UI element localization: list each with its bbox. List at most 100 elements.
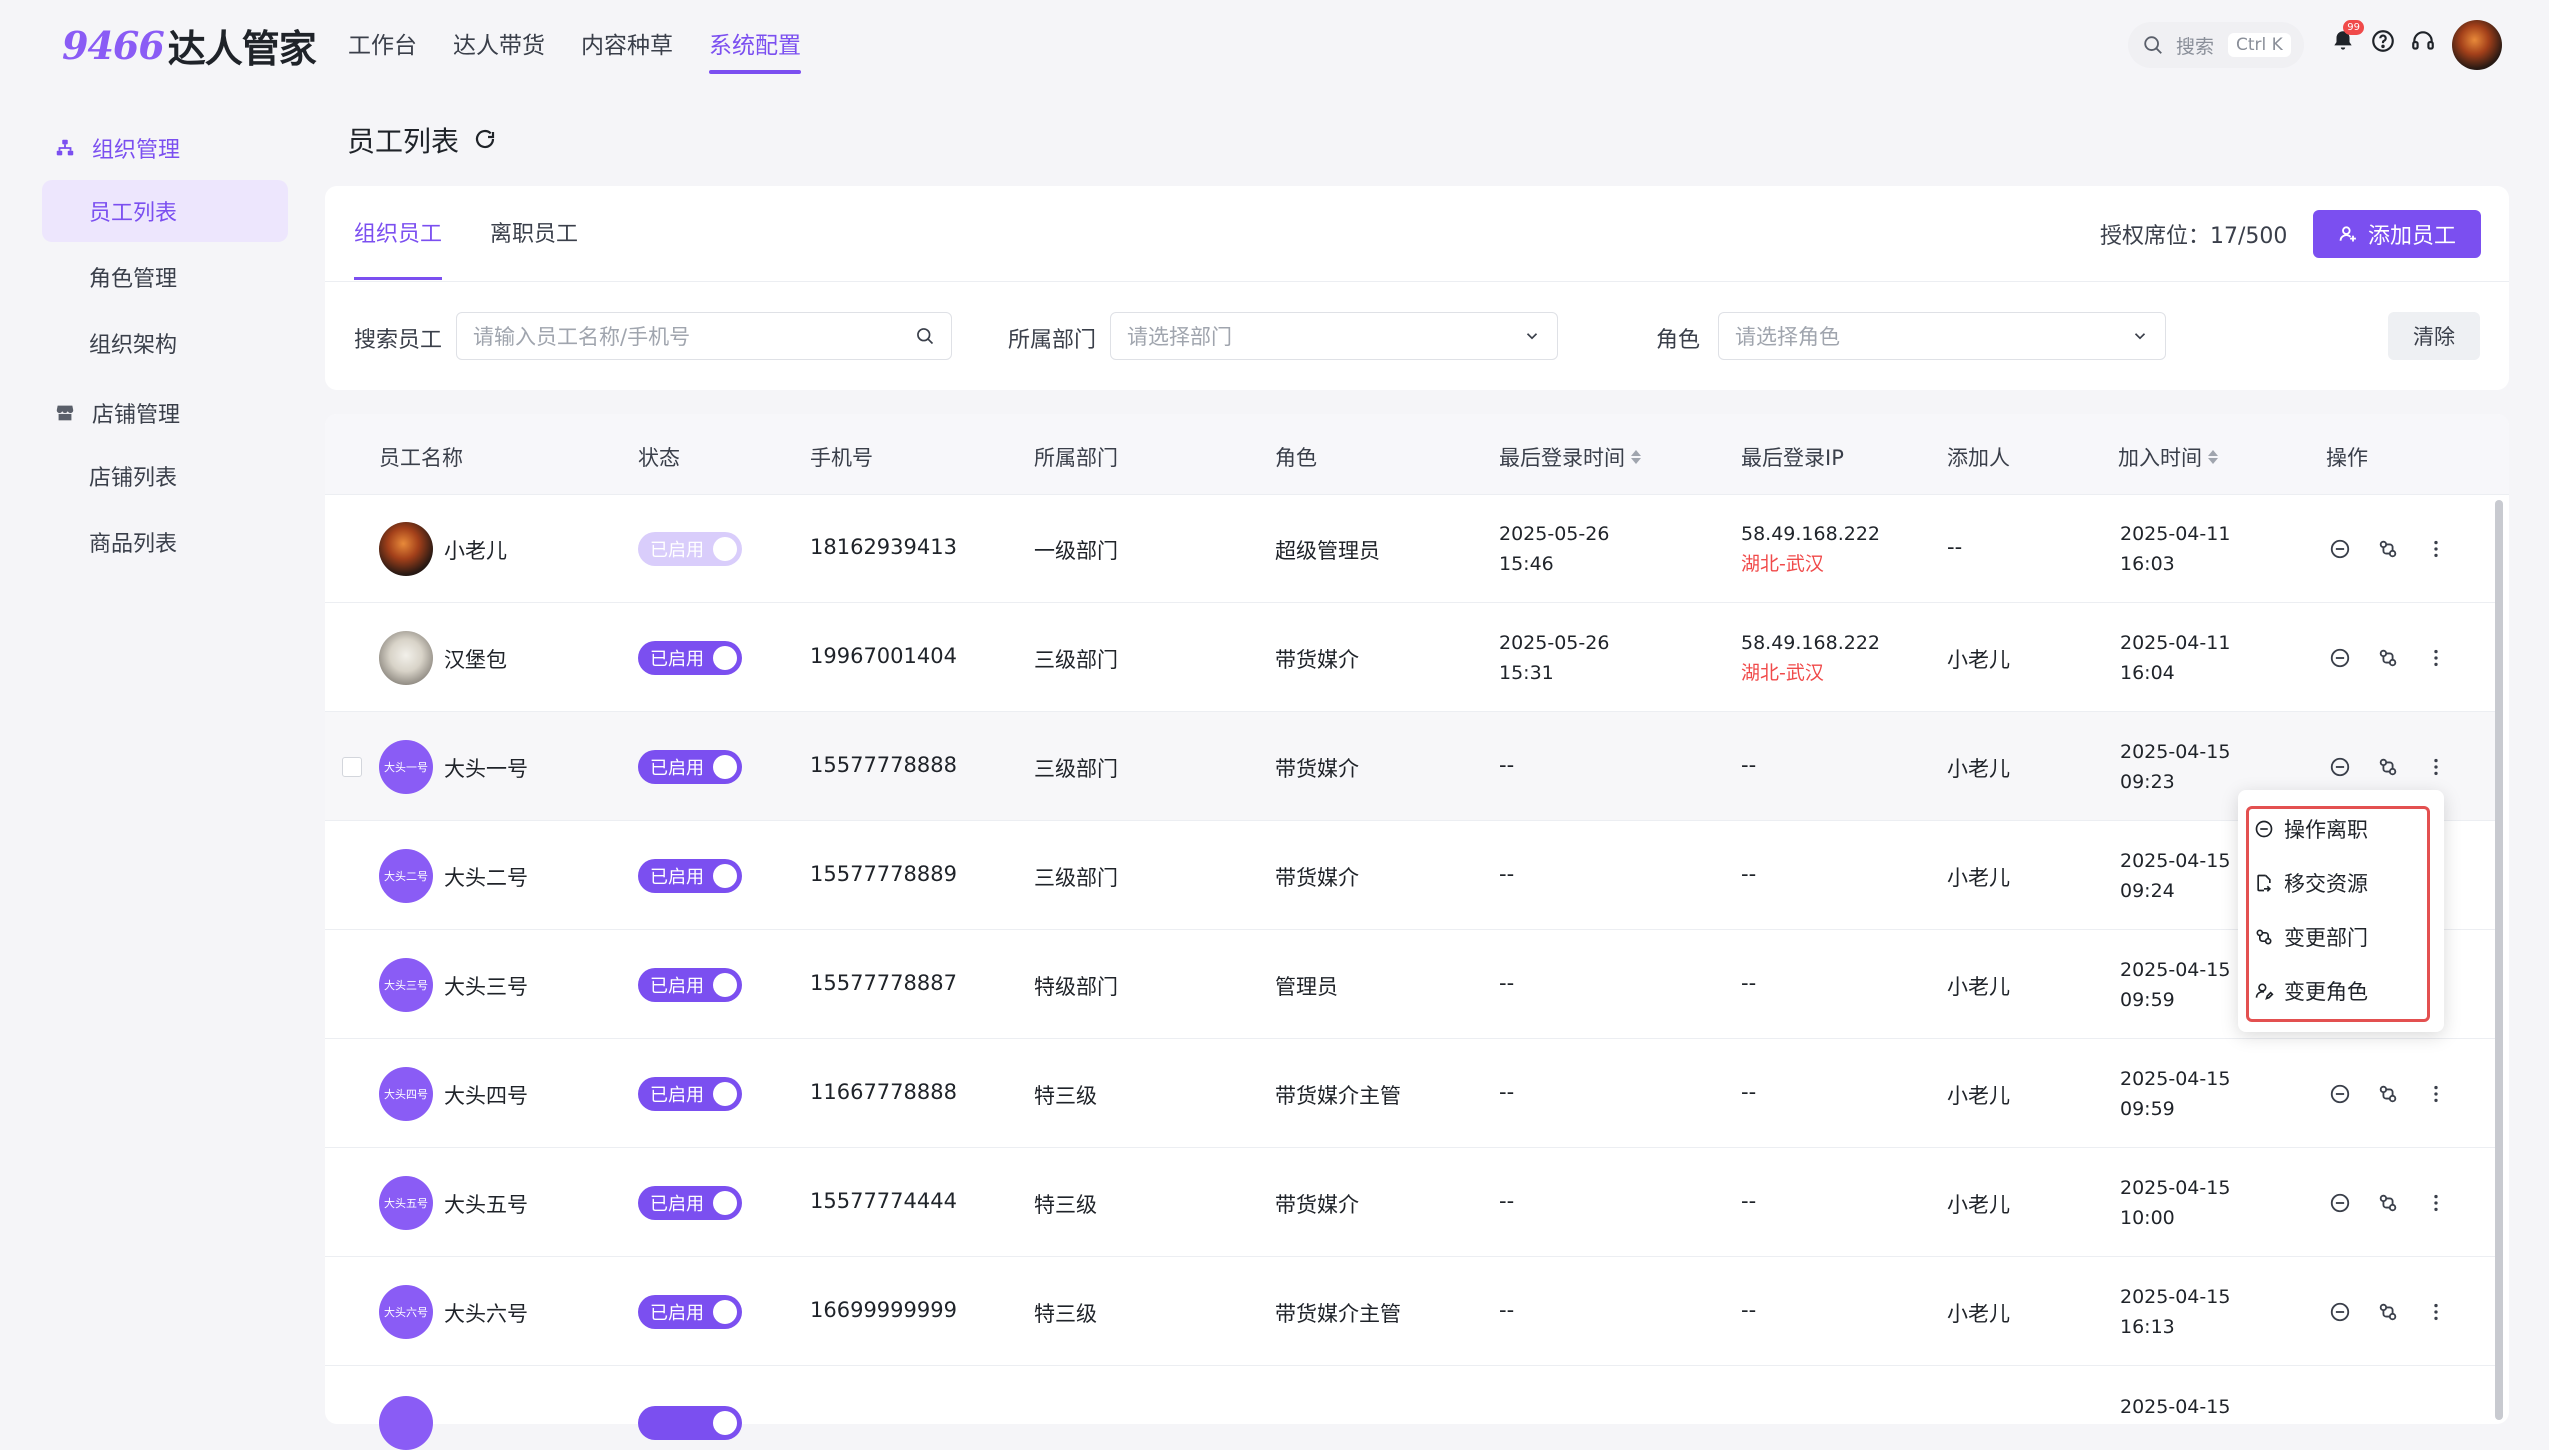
change-dept-icon[interactable] — [2377, 756, 2401, 780]
join-date: 2025-04-15 — [2120, 1396, 2231, 1418]
status-toggle[interactable]: 已启用 — [638, 531, 742, 566]
sidebar-group-store[interactable]: 店铺管理 — [54, 397, 180, 429]
menu-item-change-dept[interactable]: 变更部门 — [2254, 922, 2368, 952]
role: 管理员 — [1275, 974, 1338, 999]
resign-icon[interactable] — [2329, 1192, 2353, 1216]
col-last-login-label: 最后登录时间 — [1499, 446, 1625, 470]
logo-number: 9466 — [62, 22, 165, 68]
menu-item-transfer[interactable]: 移交资源 — [2254, 868, 2368, 898]
phone-number: 19967001404 — [810, 643, 957, 668]
nav-workbench[interactable]: 工作台 — [348, 24, 417, 68]
chevron-down-icon — [2134, 333, 2146, 340]
ip-location: 湖北-武汉 — [1741, 552, 1824, 575]
join-time: 2025-04-15 16:13 — [2120, 1282, 2230, 1342]
table-scrollbar[interactable] — [2495, 500, 2503, 1420]
sidebar-item-employee-list[interactable]: 员工列表 — [42, 180, 288, 242]
tab-active-employees[interactable]: 组织员工 — [354, 216, 443, 280]
transfer-file-icon — [2257, 874, 2272, 892]
more-icon[interactable] — [2425, 756, 2449, 780]
department: 三级部门 — [1034, 756, 1118, 781]
search-shortcut: Ctrl K — [2228, 33, 2291, 57]
phone-number: 15577774444 — [810, 1188, 957, 1213]
col-phone-label: 手机号 — [810, 446, 873, 470]
headset-icon[interactable] — [2410, 28, 2436, 54]
sidebar-item-role-manage[interactable]: 角色管理 — [42, 246, 288, 308]
employee-name: 大头二号 — [444, 865, 528, 890]
more-icon[interactable] — [2425, 1083, 2449, 1107]
status-toggle[interactable]: 已启用 — [638, 1185, 742, 1220]
last-login: -- — [1499, 1188, 1515, 1213]
department-select[interactable]: 请选择部门 — [1110, 312, 1558, 360]
row-checkbox[interactable] — [342, 756, 362, 777]
add-employee-button[interactable]: 添加员工 — [2313, 210, 2481, 258]
join-date: 2025-04-15 — [2120, 1285, 2231, 1308]
sidebar-item-product-list[interactable]: 商品列表 — [42, 511, 288, 573]
user-edit-icon — [2255, 983, 2274, 1000]
status-toggle[interactable]: 已启用 — [638, 1294, 742, 1329]
change-dept-icon[interactable] — [2377, 1301, 2401, 1325]
last-ip: -- — [1741, 1188, 1757, 1213]
status-toggle[interactable]: 已启用 — [638, 858, 742, 893]
status-toggle[interactable]: 已启用 — [638, 640, 742, 675]
resign-icon[interactable] — [2329, 538, 2353, 562]
role: 带货媒介 — [1275, 865, 1359, 890]
join-time: 2025-04-15 09:24 — [2120, 846, 2230, 906]
employee-search-input[interactable]: 请输入员工名称/手机号 — [456, 312, 952, 360]
col-last-login[interactable]: 最后登录时间 — [1499, 442, 1641, 472]
change-dept-icon[interactable] — [2377, 1083, 2401, 1107]
change-dept-icon[interactable] — [2377, 647, 2401, 671]
col-last-ip: 最后登录IP — [1741, 442, 1844, 472]
search-label: 搜索 — [2176, 35, 2215, 58]
status-toggle[interactable]: 已启用 — [638, 1076, 742, 1111]
app-logo[interactable]: 9466 达人管家 — [62, 20, 317, 71]
nav-system-config[interactable]: 系统配置 — [709, 24, 801, 74]
nav-influencer-sales[interactable]: 达人带货 — [453, 24, 545, 68]
user-avatar[interactable] — [2452, 20, 2502, 70]
status-toggle[interactable]: 已启用 — [638, 967, 742, 1002]
nav-content-seeding[interactable]: 内容种草 — [581, 24, 673, 68]
more-icon[interactable] — [2425, 538, 2449, 562]
resign-icon[interactable] — [2329, 756, 2353, 780]
resign-icon[interactable] — [2329, 1301, 2353, 1325]
more-icon[interactable] — [2425, 1192, 2449, 1216]
join-time: 2025-04-15 10:00 — [2120, 1173, 2230, 1233]
status-toggle[interactable]: 已启用 — [638, 749, 742, 784]
join-clock: 09:59 — [2120, 1097, 2175, 1120]
menu-item-label: 操作离职 — [2284, 818, 2368, 842]
clear-button[interactable]: 清除 — [2388, 312, 2480, 360]
role-select[interactable]: 请选择角色 — [1718, 312, 2166, 360]
role-placeholder: 请选择角色 — [1735, 325, 1840, 349]
avatar: 大头六号 — [379, 1284, 433, 1339]
resign-icon[interactable] — [2329, 1083, 2353, 1107]
sort-icon[interactable] — [2208, 450, 2218, 464]
help-icon[interactable] — [2370, 28, 2396, 54]
refresh-icon[interactable] — [473, 128, 497, 152]
last-ip: -- — [1741, 861, 1757, 886]
role: 带货媒介 — [1275, 647, 1359, 672]
last-login-date: 2025-05-26 — [1499, 522, 1610, 545]
sidebar-group-org[interactable]: 组织管理 — [54, 132, 180, 164]
more-icon[interactable] — [2425, 647, 2449, 671]
join-time: 2025-04-11 16:03 — [2120, 519, 2230, 579]
global-search[interactable]: 搜索 Ctrl K — [2128, 22, 2304, 68]
sidebar-item-org-structure[interactable]: 组织架构 — [42, 312, 288, 374]
menu-item-label: 变更部门 — [2284, 926, 2368, 950]
search-icon[interactable] — [915, 326, 935, 346]
col-join-time[interactable]: 加入时间 — [2118, 442, 2218, 472]
tab-resigned-employees[interactable]: 离职员工 — [490, 216, 578, 278]
join-time: 2025-04-15 09:59 — [2120, 1064, 2230, 1124]
bell-icon[interactable]: 99 — [2330, 20, 2364, 54]
change-dept-icon[interactable] — [2377, 538, 2401, 562]
sidebar-item-store-list[interactable]: 店铺列表 — [42, 445, 288, 507]
change-dept-icon[interactable] — [2377, 1192, 2401, 1216]
sort-icon[interactable] — [1631, 450, 1641, 464]
last-login-time: 15:46 — [1499, 552, 1554, 575]
menu-item-resign[interactable]: 操作离职 — [2254, 814, 2368, 844]
more-icon[interactable] — [2425, 1301, 2449, 1325]
page-title: 员工列表 — [347, 120, 497, 160]
resign-icon[interactable] — [2329, 647, 2353, 671]
status-toggle[interactable] — [638, 1406, 742, 1440]
menu-item-change-role[interactable]: 变更角色 — [2254, 976, 2368, 1006]
last-login: 2025-05-26 15:46 — [1499, 519, 1609, 579]
col-name-label: 员工名称 — [379, 446, 463, 470]
